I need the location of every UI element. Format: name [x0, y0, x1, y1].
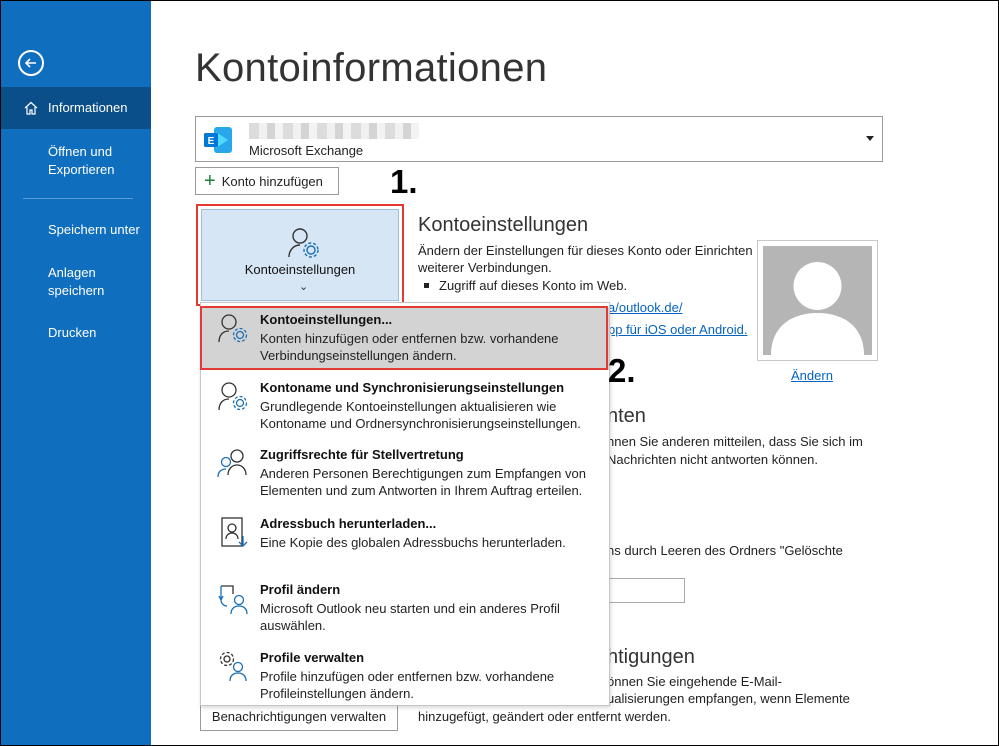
menu-item-desc: Eine Kopie des globalen Adressbuchs heru… — [260, 535, 566, 550]
account-email-redacted — [249, 123, 419, 139]
mobile-app-link[interactable]: pp für iOS oder Android. — [608, 321, 747, 338]
sidebar-item-label: Anlagen speichern — [48, 265, 105, 298]
sidebar-item-label: Drucken — [48, 325, 97, 340]
sidebar-item-open-export[interactable]: Öffnen und Exportieren — [1, 143, 121, 179]
account-type: Microsoft Exchange — [249, 143, 364, 158]
plus-icon: + — [204, 170, 216, 192]
mailbox-cleanup-desc: ns durch Leeren des Ordners "Gelöschte — [607, 543, 843, 558]
web-access-text: Zugriff auf dieses Konto im Web. — [439, 278, 628, 293]
profile-photo — [757, 240, 878, 361]
menu-item-title: Kontoeinstellungen... — [260, 312, 393, 327]
bullet-icon — [424, 283, 429, 288]
sidebar-item-label: Öffnen und Exportieren — [48, 144, 115, 177]
account-settings-heading: Kontoeinstellungen — [418, 214, 589, 236]
add-account-label: Konto hinzufügen — [221, 173, 323, 189]
menu-item-manage-profiles[interactable]: Profile verwalten Profile hinzufügen ode… — [201, 646, 609, 704]
address-book-download-icon — [221, 517, 248, 547]
sidebar-item-label: Speichern unter — [48, 222, 140, 237]
menu-item-title: Kontoname und Synchronisierungseinstellu… — [260, 380, 565, 395]
menu-item-delegate-access[interactable]: Zugriffsrechte für Stellvertretung Ander… — [201, 443, 609, 505]
sidebar-item-save-as[interactable]: Speichern unter — [1, 221, 151, 239]
person-placeholder-icon — [771, 262, 864, 355]
auto-reply-heading: nten — [607, 405, 646, 427]
menu-item-desc: Anderen Personen Berechtigungen zum Empf… — [260, 466, 586, 498]
account-settings-tile-label: Kontoeinstellungen — [244, 262, 356, 277]
account-settings-tile[interactable]: Kontoeinstellungen ⌄ — [196, 204, 404, 306]
account-selector[interactable]: E Microsoft Exchange — [195, 116, 883, 162]
dropdown-arrow-icon — [866, 136, 874, 141]
account-settings-icon — [218, 314, 248, 343]
notifications-desc-3: hinzugefügt, geändert oder entfernt werd… — [418, 709, 671, 724]
account-settings-desc-1: Ändern der Einstellungen für dieses Kont… — [418, 243, 753, 258]
sidebar-item-print[interactable]: Drucken — [1, 324, 151, 342]
account-settings-desc-2: weiterer Verbindungen. — [418, 260, 552, 275]
backstage-sidebar: Informationen Öffnen und Exportieren Spe… — [1, 1, 151, 745]
auto-reply-desc-2: Nachrichten nicht antworten können. — [607, 452, 819, 467]
exchange-icon: E — [204, 127, 232, 153]
home-icon — [24, 101, 38, 115]
account-settings-menu: Kontoeinstellungen... Konten hinzufügen … — [200, 302, 610, 706]
notifications-desc-1: önnen Sie eingehende E-Mail- — [607, 674, 782, 689]
menu-item-desc: Konten hinzufügen oder entfernen bzw. vo… — [260, 331, 559, 363]
notifications-desc-2: ualisierungen empfangen, wenn Elemente — [607, 691, 850, 706]
menu-item-account-name-sync[interactable]: Kontoname und Synchronisierungseinstellu… — [201, 376, 609, 438]
delegate-access-icon — [217, 449, 247, 478]
menu-item-title: Zugriffsrechte für Stellvertretung — [260, 447, 464, 462]
svg-text:E: E — [208, 136, 215, 147]
menu-item-change-profile[interactable]: Profil ändern Microsoft Outlook neu star… — [201, 578, 609, 640]
add-account-button[interactable]: + Konto hinzufügen — [195, 167, 339, 195]
change-photo-link[interactable]: Ändern — [791, 368, 833, 383]
sidebar-item-label: Informationen — [48, 100, 128, 115]
back-arrow-icon — [24, 58, 36, 68]
outlook-web-link[interactable]: a/outlook.de/ — [608, 299, 682, 316]
menu-item-desc: Grundlegende Kontoeinstellungen aktualis… — [260, 399, 581, 431]
menu-item-account-settings[interactable]: Kontoeinstellungen... Konten hinzufügen … — [201, 308, 609, 370]
account-settings-icon — [288, 228, 319, 258]
back-button[interactable] — [18, 50, 44, 76]
sidebar-item-informationen[interactable]: Informationen — [1, 87, 151, 129]
menu-item-download-address-book[interactable]: Adressbuch herunterladen... Eine Kopie d… — [201, 512, 609, 562]
manage-profiles-icon — [219, 651, 247, 682]
web-access-bullet: Zugriff auf dieses Konto im Web. — [418, 277, 627, 294]
step-annotation-1: 1. — [390, 163, 418, 200]
sidebar-item-save-attachments[interactable]: Anlagen speichern — [1, 264, 121, 300]
menu-item-desc: Profile hinzufügen oder entfernen bzw. v… — [260, 669, 555, 701]
menu-item-title: Profil ändern — [260, 582, 341, 597]
step-annotation-2: 2. — [608, 352, 636, 389]
sidebar-divider — [23, 198, 133, 199]
menu-item-desc: Microsoft Outlook neu starten und ein an… — [260, 601, 560, 633]
menu-item-title: Profile verwalten — [260, 650, 365, 665]
change-profile-icon — [218, 585, 248, 615]
account-sync-icon — [218, 382, 248, 411]
menu-item-title: Adressbuch herunterladen... — [260, 516, 437, 531]
chevron-down-icon: ⌄ — [299, 281, 309, 293]
page-title: Kontoinformationen — [195, 46, 548, 90]
notifications-heading: htigungen — [607, 646, 695, 668]
auto-reply-desc-1: nnen Sie anderen mitteilen, dass Sie sic… — [607, 434, 863, 449]
